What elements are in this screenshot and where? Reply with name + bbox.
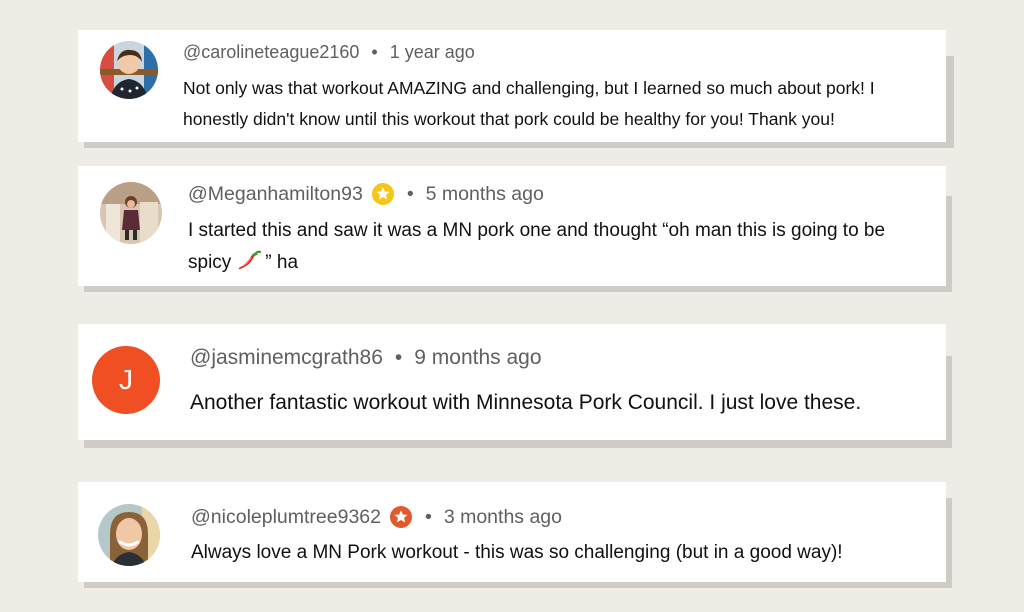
- comment-card-body: J @jasminemcgrath86 • 9 months ago Anoth…: [78, 324, 946, 440]
- comment-card-body: @nicoleplumtree9362 • 3 months ago Alway…: [78, 482, 946, 582]
- separator-dot: •: [425, 505, 432, 528]
- comment-meta: @Meganhamilton93 • 5 months ago: [188, 182, 544, 206]
- comment-text-after: ” ha: [265, 252, 299, 273]
- username[interactable]: @jasminemcgrath86: [190, 346, 383, 370]
- comment-text: Another fantastic workout with Minnesota…: [190, 391, 862, 414]
- comment-meta: @carolineteague2160 • 1 year ago: [183, 42, 475, 63]
- comment-meta: @nicoleplumtree9362 • 3 months ago: [191, 505, 562, 529]
- separator-dot: •: [371, 42, 378, 62]
- comment-text: Not only was that workout AMAZING and ch…: [183, 78, 875, 129]
- timestamp[interactable]: 9 months ago: [414, 346, 541, 370]
- comment-meta: @jasminemcgrath86 • 9 months ago: [190, 346, 542, 370]
- comment-card-body: @Meganhamilton93 • 5 months ago I starte…: [78, 166, 946, 286]
- separator-dot: •: [406, 182, 414, 205]
- timestamp[interactable]: 3 months ago: [444, 506, 562, 529]
- chili-pepper-icon: [237, 249, 262, 282]
- star-badge-icon: [389, 505, 413, 529]
- comment-text: Always love a MN Pork workout - this was…: [191, 542, 843, 563]
- avatar[interactable]: [100, 182, 162, 244]
- username[interactable]: @nicoleplumtree9362: [191, 506, 381, 529]
- timestamp[interactable]: 1 year ago: [390, 42, 475, 63]
- username[interactable]: @carolineteague2160: [183, 42, 359, 63]
- star-badge-icon: [371, 182, 395, 206]
- separator-dot: •: [394, 346, 403, 369]
- comment-card-body: @carolineteague2160 • 1 year ago Not onl…: [78, 30, 946, 142]
- username[interactable]: @Meganhamilton93: [188, 183, 363, 206]
- avatar[interactable]: J: [92, 346, 160, 414]
- timestamp[interactable]: 5 months ago: [426, 183, 544, 206]
- comment-text: I started this and saw it was a MN pork …: [188, 215, 933, 282]
- avatar[interactable]: [98, 504, 160, 566]
- avatar[interactable]: [100, 41, 158, 99]
- avatar-letter: J: [119, 364, 133, 395]
